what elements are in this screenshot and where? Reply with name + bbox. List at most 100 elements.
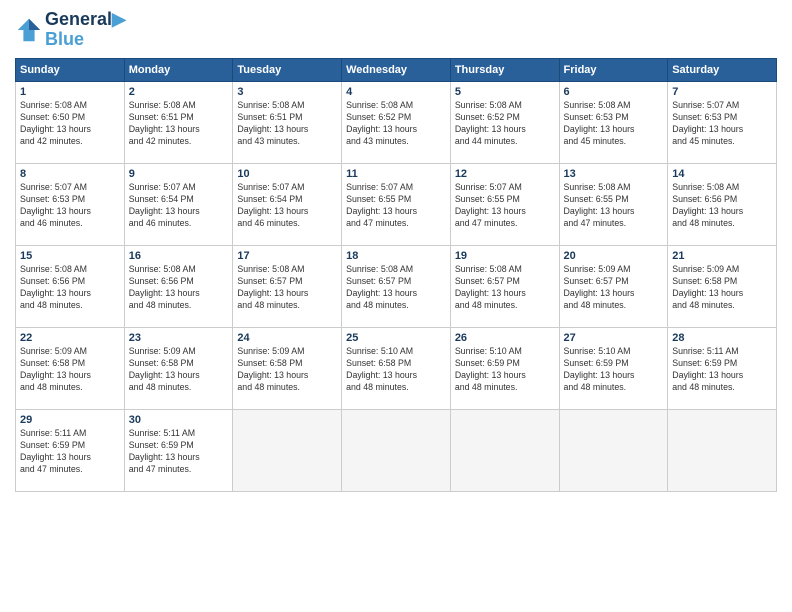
day-info: Sunrise: 5:11 AMSunset: 6:59 PMDaylight:… xyxy=(129,428,229,476)
day-number: 22 xyxy=(20,331,120,346)
day-info: Sunrise: 5:08 AMSunset: 6:56 PMDaylight:… xyxy=(129,264,229,312)
day-info: Sunrise: 5:08 AMSunset: 6:51 PMDaylight:… xyxy=(129,100,229,148)
day-number: 9 xyxy=(129,167,229,182)
day-info: Sunrise: 5:10 AMSunset: 6:59 PMDaylight:… xyxy=(564,346,664,394)
day-info: Sunrise: 5:07 AMSunset: 6:53 PMDaylight:… xyxy=(672,100,772,148)
day-number: 17 xyxy=(237,249,337,264)
day-info: Sunrise: 5:08 AMSunset: 6:56 PMDaylight:… xyxy=(672,182,772,230)
day-number: 7 xyxy=(672,85,772,100)
calendar-cell-26: 26Sunrise: 5:10 AMSunset: 6:59 PMDayligh… xyxy=(450,327,559,409)
day-info: Sunrise: 5:08 AMSunset: 6:52 PMDaylight:… xyxy=(346,100,446,148)
col-header-wednesday: Wednesday xyxy=(342,58,451,81)
day-number: 28 xyxy=(672,331,772,346)
day-info: Sunrise: 5:11 AMSunset: 6:59 PMDaylight:… xyxy=(672,346,772,394)
calendar-week-2: 8Sunrise: 5:07 AMSunset: 6:53 PMDaylight… xyxy=(16,163,777,245)
calendar-week-3: 15Sunrise: 5:08 AMSunset: 6:56 PMDayligh… xyxy=(16,245,777,327)
col-header-tuesday: Tuesday xyxy=(233,58,342,81)
logo-text: General▶ Blue xyxy=(45,10,126,50)
calendar-table: SundayMondayTuesdayWednesdayThursdayFrid… xyxy=(15,58,777,492)
calendar-cell-29: 29Sunrise: 5:11 AMSunset: 6:59 PMDayligh… xyxy=(16,409,125,491)
calendar-cell-3: 3Sunrise: 5:08 AMSunset: 6:51 PMDaylight… xyxy=(233,81,342,163)
calendar-cell-10: 10Sunrise: 5:07 AMSunset: 6:54 PMDayligh… xyxy=(233,163,342,245)
day-number: 30 xyxy=(129,413,229,428)
day-info: Sunrise: 5:09 AMSunset: 6:58 PMDaylight:… xyxy=(672,264,772,312)
calendar-week-4: 22Sunrise: 5:09 AMSunset: 6:58 PMDayligh… xyxy=(16,327,777,409)
calendar-cell-14: 14Sunrise: 5:08 AMSunset: 6:56 PMDayligh… xyxy=(668,163,777,245)
calendar-cell-empty xyxy=(450,409,559,491)
day-info: Sunrise: 5:08 AMSunset: 6:55 PMDaylight:… xyxy=(564,182,664,230)
col-header-saturday: Saturday xyxy=(668,58,777,81)
day-number: 13 xyxy=(564,167,664,182)
day-number: 15 xyxy=(20,249,120,264)
calendar-cell-23: 23Sunrise: 5:09 AMSunset: 6:58 PMDayligh… xyxy=(124,327,233,409)
day-info: Sunrise: 5:11 AMSunset: 6:59 PMDaylight:… xyxy=(20,428,120,476)
calendar-cell-7: 7Sunrise: 5:07 AMSunset: 6:53 PMDaylight… xyxy=(668,81,777,163)
calendar-cell-27: 27Sunrise: 5:10 AMSunset: 6:59 PMDayligh… xyxy=(559,327,668,409)
day-number: 4 xyxy=(346,85,446,100)
calendar-cell-5: 5Sunrise: 5:08 AMSunset: 6:52 PMDaylight… xyxy=(450,81,559,163)
calendar-cell-20: 20Sunrise: 5:09 AMSunset: 6:57 PMDayligh… xyxy=(559,245,668,327)
day-number: 18 xyxy=(346,249,446,264)
day-info: Sunrise: 5:07 AMSunset: 6:55 PMDaylight:… xyxy=(346,182,446,230)
calendar-cell-11: 11Sunrise: 5:07 AMSunset: 6:55 PMDayligh… xyxy=(342,163,451,245)
calendar-week-5: 29Sunrise: 5:11 AMSunset: 6:59 PMDayligh… xyxy=(16,409,777,491)
day-info: Sunrise: 5:10 AMSunset: 6:59 PMDaylight:… xyxy=(455,346,555,394)
col-header-friday: Friday xyxy=(559,58,668,81)
day-info: Sunrise: 5:07 AMSunset: 6:54 PMDaylight:… xyxy=(237,182,337,230)
day-info: Sunrise: 5:08 AMSunset: 6:52 PMDaylight:… xyxy=(455,100,555,148)
day-info: Sunrise: 5:08 AMSunset: 6:51 PMDaylight:… xyxy=(237,100,337,148)
calendar-cell-17: 17Sunrise: 5:08 AMSunset: 6:57 PMDayligh… xyxy=(233,245,342,327)
calendar-cell-24: 24Sunrise: 5:09 AMSunset: 6:58 PMDayligh… xyxy=(233,327,342,409)
calendar-cell-21: 21Sunrise: 5:09 AMSunset: 6:58 PMDayligh… xyxy=(668,245,777,327)
calendar-cell-12: 12Sunrise: 5:07 AMSunset: 6:55 PMDayligh… xyxy=(450,163,559,245)
calendar-cell-28: 28Sunrise: 5:11 AMSunset: 6:59 PMDayligh… xyxy=(668,327,777,409)
day-info: Sunrise: 5:09 AMSunset: 6:57 PMDaylight:… xyxy=(564,264,664,312)
calendar-cell-9: 9Sunrise: 5:07 AMSunset: 6:54 PMDaylight… xyxy=(124,163,233,245)
day-info: Sunrise: 5:08 AMSunset: 6:57 PMDaylight:… xyxy=(237,264,337,312)
calendar-cell-1: 1Sunrise: 5:08 AMSunset: 6:50 PMDaylight… xyxy=(16,81,125,163)
calendar-cell-25: 25Sunrise: 5:10 AMSunset: 6:58 PMDayligh… xyxy=(342,327,451,409)
calendar-cell-empty xyxy=(342,409,451,491)
calendar-cell-empty xyxy=(668,409,777,491)
day-info: Sunrise: 5:07 AMSunset: 6:55 PMDaylight:… xyxy=(455,182,555,230)
day-number: 11 xyxy=(346,167,446,182)
main-container: General▶ Blue SundayMondayTuesdayWednesd… xyxy=(0,0,792,502)
calendar-cell-empty xyxy=(233,409,342,491)
calendar-cell-22: 22Sunrise: 5:09 AMSunset: 6:58 PMDayligh… xyxy=(16,327,125,409)
day-number: 8 xyxy=(20,167,120,182)
day-number: 21 xyxy=(672,249,772,264)
calendar-cell-18: 18Sunrise: 5:08 AMSunset: 6:57 PMDayligh… xyxy=(342,245,451,327)
day-number: 10 xyxy=(237,167,337,182)
day-info: Sunrise: 5:09 AMSunset: 6:58 PMDaylight:… xyxy=(20,346,120,394)
col-header-monday: Monday xyxy=(124,58,233,81)
calendar-cell-empty xyxy=(559,409,668,491)
day-number: 27 xyxy=(564,331,664,346)
calendar-cell-15: 15Sunrise: 5:08 AMSunset: 6:56 PMDayligh… xyxy=(16,245,125,327)
day-info: Sunrise: 5:08 AMSunset: 6:57 PMDaylight:… xyxy=(346,264,446,312)
day-info: Sunrise: 5:09 AMSunset: 6:58 PMDaylight:… xyxy=(129,346,229,394)
day-number: 2 xyxy=(129,85,229,100)
calendar-cell-19: 19Sunrise: 5:08 AMSunset: 6:57 PMDayligh… xyxy=(450,245,559,327)
calendar-cell-8: 8Sunrise: 5:07 AMSunset: 6:53 PMDaylight… xyxy=(16,163,125,245)
day-number: 29 xyxy=(20,413,120,428)
day-info: Sunrise: 5:08 AMSunset: 6:56 PMDaylight:… xyxy=(20,264,120,312)
day-number: 24 xyxy=(237,331,337,346)
day-number: 16 xyxy=(129,249,229,264)
day-number: 25 xyxy=(346,331,446,346)
calendar-cell-13: 13Sunrise: 5:08 AMSunset: 6:55 PMDayligh… xyxy=(559,163,668,245)
calendar-cell-16: 16Sunrise: 5:08 AMSunset: 6:56 PMDayligh… xyxy=(124,245,233,327)
day-info: Sunrise: 5:09 AMSunset: 6:58 PMDaylight:… xyxy=(237,346,337,394)
logo-icon xyxy=(15,16,43,44)
col-header-thursday: Thursday xyxy=(450,58,559,81)
day-number: 1 xyxy=(20,85,120,100)
day-info: Sunrise: 5:08 AMSunset: 6:53 PMDaylight:… xyxy=(564,100,664,148)
day-number: 26 xyxy=(455,331,555,346)
day-info: Sunrise: 5:07 AMSunset: 6:53 PMDaylight:… xyxy=(20,182,120,230)
day-number: 19 xyxy=(455,249,555,264)
day-info: Sunrise: 5:08 AMSunset: 6:50 PMDaylight:… xyxy=(20,100,120,148)
day-number: 6 xyxy=(564,85,664,100)
day-info: Sunrise: 5:10 AMSunset: 6:58 PMDaylight:… xyxy=(346,346,446,394)
logo: General▶ Blue xyxy=(15,10,126,50)
day-info: Sunrise: 5:07 AMSunset: 6:54 PMDaylight:… xyxy=(129,182,229,230)
day-number: 14 xyxy=(672,167,772,182)
